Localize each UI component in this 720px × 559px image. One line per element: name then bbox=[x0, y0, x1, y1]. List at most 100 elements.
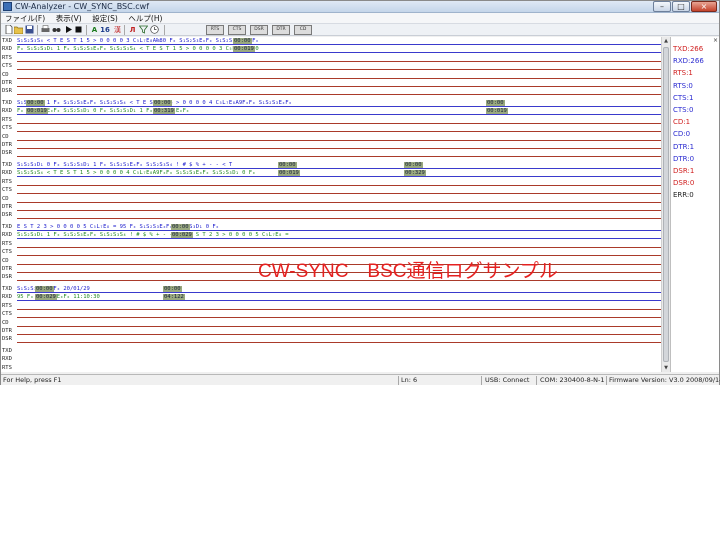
menu-help[interactable]: ヘルプ(H) bbox=[124, 13, 166, 24]
signal-line-cts bbox=[17, 69, 661, 71]
cd-signal-button[interactable]: CD bbox=[294, 25, 312, 35]
signal-line-dsr bbox=[17, 94, 661, 96]
menu-settings[interactable]: 設定(S) bbox=[88, 13, 122, 24]
dtr-signal-button[interactable]: DTR bbox=[272, 25, 290, 35]
menu-view[interactable]: 表示(V) bbox=[52, 13, 86, 24]
signal-line-dsr bbox=[17, 342, 661, 344]
timestamp-marker[interactable]: 00:00 bbox=[153, 100, 172, 106]
window-controls: – □ × bbox=[652, 1, 717, 12]
timestamp-marker[interactable]: 00:00 bbox=[278, 162, 297, 168]
signal-count-cd: CD:1 bbox=[673, 118, 691, 127]
print-icon[interactable] bbox=[41, 25, 50, 35]
rxd-data-row[interactable]: S₁S₂S₃S₄ < T E S T 1 5 > 0 0 0 0 4 C₅L₇E… bbox=[17, 170, 255, 176]
save-icon[interactable] bbox=[25, 25, 34, 35]
timestamp-marker[interactable]: 00:019 bbox=[278, 170, 300, 177]
scroll-up-icon[interactable]: ▲ bbox=[662, 37, 670, 45]
panel-close-icon[interactable]: × bbox=[713, 37, 718, 44]
new-file-icon[interactable] bbox=[4, 24, 13, 35]
toolbar-separator bbox=[37, 25, 38, 35]
timestamp-marker[interactable]: 04:122 bbox=[163, 294, 185, 301]
status-line: Ln: 6 bbox=[401, 376, 418, 384]
rxd-data-row[interactable]: Fₓ S₁S₂S₃D₁ 1 Fₓ S₁S₂S₃EₓFₓ S₁S₂S₃S₄ < T… bbox=[17, 46, 259, 52]
signal-label-dsr: DSR bbox=[2, 150, 12, 157]
txd-data-row[interactable]: S₁S₂S₃D₁ 0 Fₓ S₁S₂S₃D₁ 1 Fₓ S₁S₂S₃EₓFₓ S… bbox=[17, 162, 232, 168]
clock-icon[interactable] bbox=[150, 25, 159, 35]
timestamp-marker[interactable]: 00:00 bbox=[486, 100, 505, 106]
minimize-button[interactable]: – bbox=[653, 1, 671, 12]
timestamp-marker[interactable]: 00:319 bbox=[153, 108, 175, 115]
txd-data-row[interactable]: S₁S₂S₃S₄ < T E S T 1 5 > 0 0 0 0 3 C₅L₇E… bbox=[17, 38, 259, 44]
timestamp-marker[interactable]: 00:019 bbox=[233, 46, 255, 53]
signal-label-dsr: DSR bbox=[2, 274, 12, 281]
timestamp-marker[interactable]: 00:019 bbox=[486, 108, 508, 115]
signal-label-cd: CD bbox=[2, 257, 9, 264]
rts-signal-button[interactable]: RTS bbox=[206, 25, 224, 35]
app-icon bbox=[3, 2, 12, 11]
status-divider bbox=[481, 376, 482, 385]
status-com: COM: 230400-8-N-1 bbox=[540, 376, 605, 384]
signal-label-dtr: DTR bbox=[2, 328, 12, 334]
vertical-scrollbar[interactable]: ▲ ▼ bbox=[661, 37, 670, 372]
trace-view[interactable]: TXD RXD RTS CTS CD DTR DSR TXD RXD RTS CTS CD DTR DSR… bbox=[1, 37, 669, 372]
maximize-button[interactable]: □ bbox=[672, 1, 690, 12]
status-divider bbox=[398, 376, 399, 385]
signal-line-rxd bbox=[17, 52, 661, 54]
font-icon[interactable]: 漢 bbox=[113, 25, 122, 35]
scroll-down-icon[interactable]: ▼ bbox=[662, 364, 670, 372]
timestamp-marker[interactable]: 00:019 bbox=[26, 108, 48, 115]
signal-label-cts: CTS bbox=[2, 311, 12, 318]
stop-icon[interactable] bbox=[74, 25, 83, 35]
ascii-icon[interactable]: A bbox=[90, 25, 99, 35]
signal-label-dtr: DTR bbox=[2, 142, 12, 148]
hex-icon[interactable]: 16 bbox=[99, 25, 111, 35]
signal-count-cd: CD:0 bbox=[673, 130, 691, 139]
signal-line-rts bbox=[17, 184, 661, 186]
signal-line-rts bbox=[17, 246, 661, 248]
timestamp-marker[interactable]: 00:00 bbox=[171, 224, 190, 230]
timestamp-marker[interactable]: 00:029 bbox=[35, 294, 57, 301]
signal-label-rts: RTS bbox=[2, 178, 12, 185]
signal-line-dtr bbox=[17, 210, 661, 211]
dsr-signal-button[interactable]: DSR bbox=[250, 25, 268, 35]
status-firmware: Firmware Version: V3.0 2008/09/14 bbox=[609, 376, 720, 384]
signal-line-dtr bbox=[17, 148, 661, 149]
timestamp-marker[interactable]: 00:00 bbox=[35, 286, 54, 292]
menu-file[interactable]: ファイル(F) bbox=[1, 13, 49, 24]
signal-line-dtr bbox=[17, 334, 661, 335]
signal-line-dtr bbox=[17, 86, 661, 87]
open-folder-icon[interactable] bbox=[13, 25, 24, 35]
signal-line-cd bbox=[17, 201, 661, 203]
timestamp-marker[interactable]: 00:00 bbox=[163, 286, 182, 292]
signal-line-txd bbox=[17, 230, 661, 231]
signal-label-rts: RTS bbox=[2, 302, 12, 309]
signal-line-txd bbox=[17, 292, 661, 293]
pulse-icon[interactable]: Л bbox=[128, 25, 137, 35]
timestamp-marker[interactable]: 00:00 bbox=[233, 38, 252, 44]
cts-signal-button[interactable]: CTS bbox=[228, 25, 246, 35]
title-bar: CW-Analyzer - CW_SYNC_BSC.cwf – □ × bbox=[1, 1, 719, 13]
signal-label-rxd: RXD bbox=[2, 294, 12, 301]
signal-line-cts bbox=[17, 193, 661, 195]
timestamp-marker[interactable]: 00:00 bbox=[26, 100, 45, 106]
rxd-data-row[interactable]: 95 Fₓ S₁S₂S₃EₓFₓ 11:10:30 bbox=[17, 294, 100, 300]
signal-label-cts: CTS bbox=[2, 187, 12, 194]
play-icon[interactable] bbox=[64, 25, 73, 35]
signal-line-rts bbox=[17, 122, 661, 124]
signal-label-dsr: DSR bbox=[2, 212, 12, 219]
signal-label-rts: RTS bbox=[2, 54, 12, 61]
rxd-data-row[interactable]: S₁S₂S₃D₁ 1 Fₓ S₁S₂S₃EₓFₓ S₁S₂S₃S₄ ! # $ … bbox=[17, 232, 289, 238]
close-button[interactable]: × bbox=[691, 1, 717, 12]
signal-line-dsr bbox=[17, 156, 661, 158]
signal-label-cd: CD bbox=[2, 319, 9, 326]
timestamp-marker[interactable]: 00:00 bbox=[404, 162, 423, 168]
signal-label-rts: RTS bbox=[2, 240, 12, 247]
toolbar-separator bbox=[124, 25, 125, 35]
timestamp-marker[interactable]: 00:329 bbox=[404, 170, 426, 177]
signal-count-rxd: RXD:266 bbox=[673, 57, 704, 66]
filter-icon[interactable] bbox=[138, 25, 149, 35]
signal-label-cts: CTS bbox=[2, 125, 12, 132]
find-icon[interactable] bbox=[52, 25, 61, 35]
signal-line-rxd bbox=[17, 238, 661, 240]
scroll-thumb[interactable] bbox=[663, 47, 669, 362]
timestamp-marker[interactable]: 00:029 bbox=[171, 232, 193, 239]
